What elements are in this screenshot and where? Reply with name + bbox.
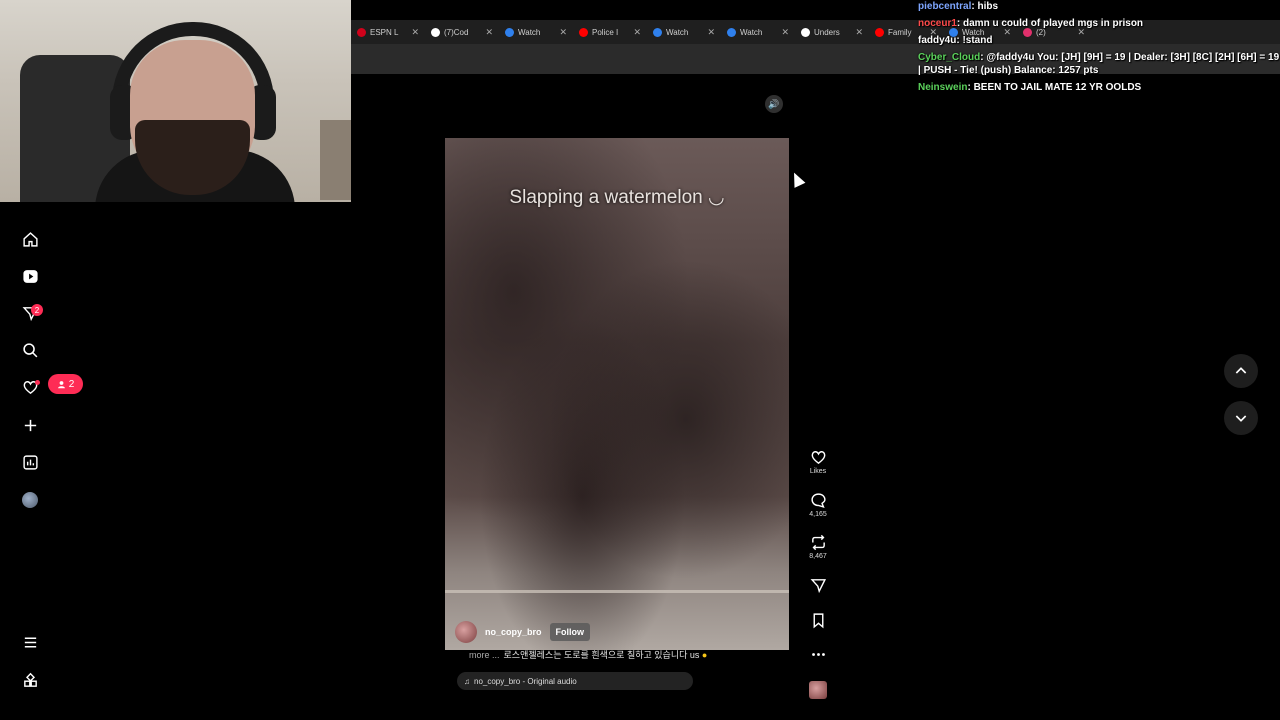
chat-text: : !stand [956, 35, 993, 46]
tab-label: ESPN L [370, 27, 399, 37]
home-icon[interactable] [21, 230, 39, 248]
plus-icon[interactable] [21, 416, 39, 434]
mouse-cursor [788, 170, 806, 188]
tab-favicon-icon [431, 27, 440, 37]
webcam-overlay [0, 0, 351, 202]
stream-chat-overlay: piebcentral: hibs noceur1: damn u could o… [918, 0, 1280, 98]
tab-close-icon[interactable]: ✕ [485, 27, 493, 38]
video-description: more ... 로스앤젤레스는 도로를 흰색으로 칠하고 있습니다 us ● [469, 650, 708, 660]
creator-row: no_copy_bro Follow [455, 621, 591, 643]
tab-favicon-icon [653, 27, 662, 37]
tab-close-icon[interactable]: ✕ [633, 27, 641, 38]
tab-close-icon[interactable]: ✕ [559, 27, 567, 38]
share-icon [810, 579, 826, 594]
comment-icon [810, 493, 826, 508]
followers-badge[interactable]: 2 [48, 374, 83, 394]
audio-label: no_copy_bro - Original audio [474, 676, 577, 686]
browser-tab[interactable]: Watch ✕ [499, 20, 573, 44]
play-icon[interactable] [21, 267, 39, 285]
repost-icon [811, 534, 825, 551]
tab-favicon-icon [875, 27, 884, 37]
bookmark-icon [813, 613, 823, 629]
repost-button[interactable]: 8,467 [808, 534, 828, 560]
music-note-icon: ♫ [464, 676, 470, 686]
browser-tab[interactable]: (7)Cod ✕ [425, 20, 499, 44]
chat-username: Cyber_Cloud [918, 52, 981, 63]
tab-label: Watch [518, 27, 541, 37]
follow-button[interactable]: Follow [549, 623, 591, 641]
ellipsis-icon [811, 653, 825, 656]
creator-name[interactable]: no_copy_bro [485, 627, 542, 637]
chat-text: : damn u could of played mgs in prison [956, 18, 1144, 29]
tab-label: Watch [740, 27, 763, 37]
tab-close-icon[interactable]: ✕ [781, 27, 789, 38]
tab-favicon-icon [801, 27, 810, 37]
reposts-count: 8,467 [809, 553, 827, 560]
browser-tab[interactable]: ESPN L ✕ [351, 20, 425, 44]
tab-favicon-icon [727, 27, 736, 37]
chat-username: faddy4u [918, 35, 957, 46]
chat-username: piebcentral [918, 1, 972, 12]
browser-tab[interactable]: Police I ✕ [573, 20, 647, 44]
menu-icon[interactable] [21, 633, 39, 651]
creator-avatar[interactable] [455, 621, 477, 643]
tab-close-icon[interactable]: ✕ [411, 27, 419, 38]
tab-close-icon[interactable]: ✕ [707, 27, 715, 38]
tab-label: Watch [666, 27, 689, 37]
profile-avatar[interactable] [22, 492, 38, 508]
tab-label: Unders [814, 27, 840, 37]
description-text: 로스앤젤레스는 도로를 흰색으로 칠하고 있습니다 us [503, 650, 700, 660]
share-button[interactable] [808, 577, 828, 594]
scroll-up-button[interactable] [1224, 354, 1258, 388]
heart-outline-icon [811, 451, 825, 465]
person-icon [57, 380, 65, 388]
notification-badge: 2 [31, 304, 43, 316]
activity-dot [35, 380, 40, 385]
chat-text: : BEEN TO JAIL MATE 12 YR OOLDS [967, 82, 1142, 93]
chat-message: faddy4u: !stand [918, 34, 1280, 47]
scroll-down-button[interactable] [1224, 401, 1258, 435]
browser-tab[interactable]: Watch ✕ [721, 20, 795, 44]
video-caption: Slapping a watermelon ◡ [509, 187, 725, 208]
tab-favicon-icon [579, 27, 588, 37]
video-frame [445, 138, 789, 650]
tab-favicon-icon [357, 27, 366, 37]
more-link[interactable]: more ... [469, 650, 500, 660]
tab-close-icon[interactable]: ✕ [855, 27, 863, 38]
analytics-icon[interactable] [21, 453, 39, 471]
chevron-up-icon [1235, 367, 1247, 374]
chat-message: Cyber_Cloud: @faddy4u You: [JH] [9H] = 1… [918, 51, 1280, 77]
audio-pill[interactable]: ♫ no_copy_bro - Original audio [457, 672, 693, 690]
browser-tab[interactable]: Watch ✕ [647, 20, 721, 44]
chat-username: noceur1 [918, 18, 957, 29]
like-button[interactable]: Likes [808, 449, 828, 475]
chat-message: Neinswein: BEEN TO JAIL MATE 12 YR OOLDS [918, 81, 1280, 94]
window-top-strip [351, 0, 921, 20]
likes-label: Likes [809, 468, 827, 475]
chat-username: Neinswein [918, 82, 968, 93]
tab-label: Police I [592, 27, 619, 37]
search-icon[interactable] [21, 341, 39, 359]
chat-text: : hibs [971, 1, 999, 12]
browser-tab[interactable]: Unders ✕ [795, 20, 869, 44]
tab-favicon-icon [505, 27, 514, 37]
chat-message: noceur1: damn u could of played mgs in p… [918, 17, 1280, 30]
volume-icon[interactable]: 🔊 [765, 95, 783, 113]
video-player[interactable]: 🔊 Slapping a watermelon ◡ no_copy_bro Fo… [445, 88, 789, 700]
sound-avatar[interactable] [809, 681, 827, 699]
more-options-button[interactable] [808, 646, 828, 663]
apps-icon[interactable] [21, 671, 39, 689]
comments-count: 4,165 [809, 511, 827, 518]
followers-count: 2 [68, 378, 75, 390]
bookmark-button[interactable] [808, 612, 828, 629]
tab-label: (7)Cod [444, 27, 469, 37]
chat-message: piebcentral: hibs [918, 0, 1280, 13]
chevron-down-icon [1235, 415, 1247, 422]
comment-button[interactable]: 4,165 [808, 492, 828, 518]
